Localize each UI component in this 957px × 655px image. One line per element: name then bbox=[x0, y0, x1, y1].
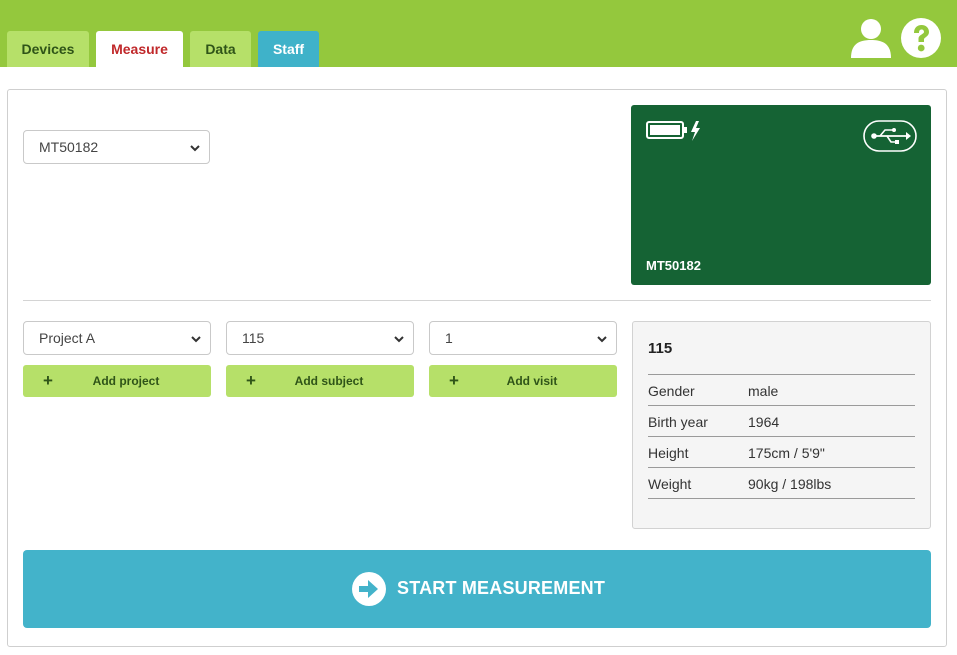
visit-select-value: 1 bbox=[445, 330, 453, 346]
battery-charging-icon bbox=[646, 121, 700, 141]
add-visit-button[interactable]: + Add visit bbox=[429, 365, 617, 397]
info-label: Weight bbox=[648, 476, 692, 492]
add-subject-label: Add subject bbox=[294, 374, 364, 388]
add-project-label: Add project bbox=[92, 374, 160, 388]
visit-select[interactable]: 1 bbox=[429, 321, 617, 355]
add-project-button[interactable]: + Add project bbox=[23, 365, 211, 397]
device-status-card: MT50182 bbox=[631, 105, 931, 285]
info-divider bbox=[648, 498, 915, 499]
project-select[interactable]: Project A bbox=[23, 321, 211, 355]
info-row-gender: Gender male bbox=[648, 374, 915, 405]
tab-devices[interactable]: Devices bbox=[7, 31, 89, 67]
chevron-down-icon bbox=[191, 336, 201, 343]
device-select[interactable]: MT50182 bbox=[23, 130, 210, 164]
usb-icon bbox=[863, 120, 917, 152]
chevron-down-icon bbox=[394, 336, 404, 343]
device-select-value: MT50182 bbox=[39, 139, 99, 155]
device-name: MT50182 bbox=[646, 258, 701, 273]
info-value: 175cm / 5'9" bbox=[748, 445, 825, 461]
add-visit-label: Add visit bbox=[506, 374, 558, 388]
info-label: Birth year bbox=[648, 414, 708, 430]
subject-info-card: 115 Gender male Birth year 1964 Height 1… bbox=[632, 321, 931, 529]
info-label: Height bbox=[648, 445, 689, 461]
subject-info-title: 115 bbox=[648, 340, 673, 357]
add-subject-button[interactable]: + Add subject bbox=[226, 365, 414, 397]
chevron-down-icon bbox=[597, 336, 607, 343]
start-measurement-button[interactable]: START MEASUREMENT bbox=[23, 550, 931, 628]
info-value: 1964 bbox=[748, 414, 780, 430]
tab-data[interactable]: Data bbox=[190, 31, 251, 67]
subject-select-value: 115 bbox=[242, 330, 265, 346]
info-label: Gender bbox=[648, 383, 695, 399]
info-value: 90kg / 198lbs bbox=[748, 476, 832, 492]
project-select-value: Project A bbox=[39, 330, 96, 346]
start-measurement-label: START MEASUREMENT bbox=[397, 578, 606, 598]
tab-staff[interactable]: Staff bbox=[258, 31, 319, 67]
info-row-height: Height 175cm / 5'9" bbox=[648, 436, 915, 467]
subject-select[interactable]: 115 bbox=[226, 321, 414, 355]
info-row-birth-year: Birth year 1964 bbox=[648, 405, 915, 436]
user-icon[interactable] bbox=[850, 17, 892, 59]
info-row-weight: Weight 90kg / 198lbs bbox=[648, 467, 915, 498]
arrow-right-circle-icon bbox=[352, 572, 386, 606]
tab-measure[interactable]: Measure bbox=[96, 31, 183, 67]
section-divider bbox=[23, 300, 931, 301]
chevron-down-icon bbox=[190, 145, 200, 152]
info-value: male bbox=[748, 383, 779, 399]
help-icon[interactable] bbox=[900, 17, 942, 59]
